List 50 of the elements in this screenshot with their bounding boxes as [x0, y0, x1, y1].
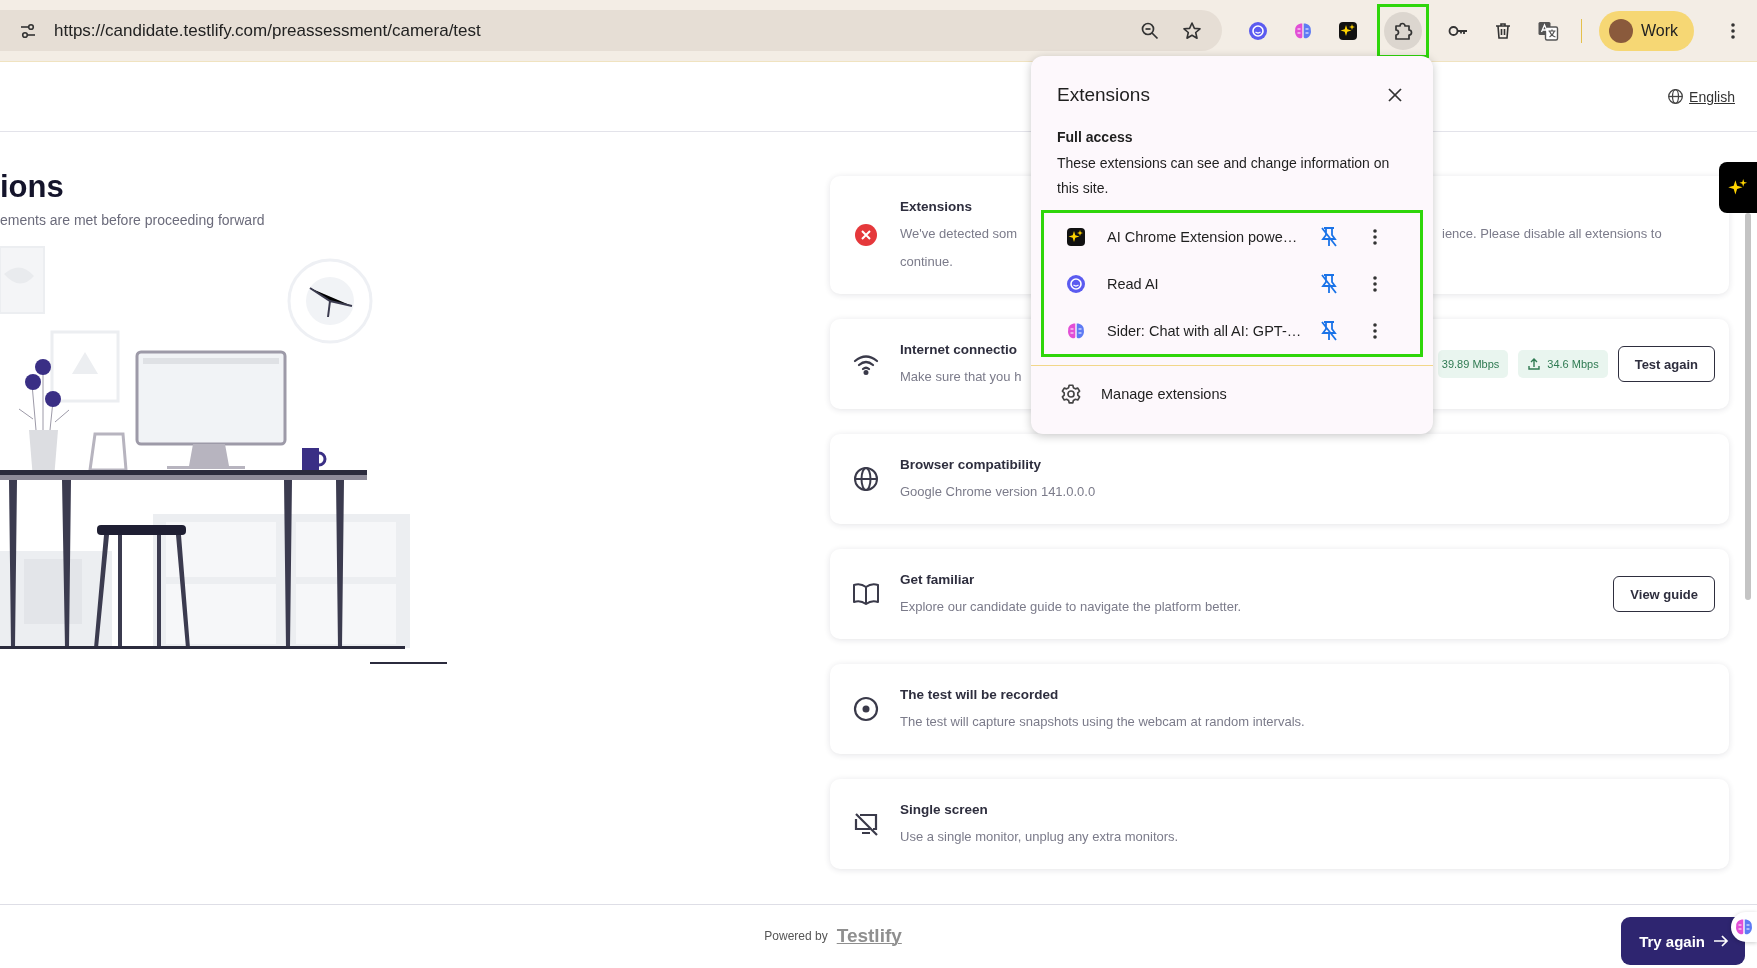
section-title: Full access [1056, 128, 1134, 147]
card-title: Single screen [900, 801, 989, 819]
speed-value: 34.6 Mbps [1547, 358, 1599, 370]
book-icon [852, 582, 880, 606]
speed-value: 39.89 Mbps [1441, 358, 1500, 370]
avatar-icon [1608, 18, 1633, 43]
card-title: Internet connectio [900, 341, 1018, 359]
record-icon [852, 696, 880, 722]
description-text: Make sure that you h [900, 368, 1023, 386]
card-title: Get familiar [900, 571, 976, 589]
description-text: ience. Please disable all extensions to [1442, 225, 1662, 243]
page-title: ions [0, 168, 65, 206]
monitor-off-icon [852, 811, 880, 837]
globe-icon [852, 466, 880, 492]
description-text: continue. [900, 253, 954, 271]
arrow-icon [1713, 934, 1729, 948]
extension-name[interactable]: Sider: Chat with all AI: GPT-… [1107, 322, 1303, 339]
popup-title: Extensions [1057, 83, 1150, 107]
upload-icon [1527, 357, 1542, 371]
sparkle-icon [1064, 226, 1088, 247]
address-bar[interactable]: https://candidate.testlify.com/preassessment/camera/test [0, 10, 1222, 51]
wifi-icon [852, 353, 880, 375]
card-title: The test will be recorded [900, 686, 1060, 704]
settings-icon [1060, 383, 1082, 405]
language-link[interactable]: English [1689, 88, 1735, 105]
extension-name[interactable]: Read AI [1107, 275, 1303, 292]
error-icon [852, 223, 880, 247]
description-text: We've detected som [900, 225, 1018, 243]
puzzle-icon[interactable] [1383, 11, 1422, 50]
page-subtitle: ements are met before proceeding forward [0, 212, 266, 228]
action-button[interactable]: Test again [1617, 346, 1715, 382]
url-text: https://candidate.testlify.com/preassessment/camera/test [54, 20, 482, 41]
description-text: Explore our candidate guide to navigate the platform better. [900, 598, 1243, 616]
powered-by-text: Powered by [764, 929, 828, 943]
profile-button[interactable]: Work [1598, 10, 1694, 51]
manage-extensions-link[interactable]: Manage extensions [1101, 386, 1227, 402]
description-text: Use a single monitor, unplug any extra monitors. [900, 828, 1180, 846]
globe-icon [1667, 88, 1685, 105]
action-button[interactable]: View guide [1613, 576, 1715, 612]
try-again-button[interactable]: Try again [1621, 917, 1745, 965]
card-title: Browser compatibility [900, 456, 1043, 474]
card-title: Extensions [900, 198, 974, 216]
brain-icon[interactable] [1731, 912, 1757, 942]
description-text: Google Chrome version 141.0.0.0 [900, 483, 1097, 501]
description-text: The test will capture snapshots using the webcam at random intervals. [900, 713, 1306, 731]
scrollbar-thumb[interactable] [1745, 213, 1751, 600]
ring-icon [1064, 273, 1088, 294]
section-text: These extensions can see and change information on this site. [1056, 154, 1391, 198]
extension-name[interactable]: AI Chrome Extension powe… [1107, 228, 1303, 245]
sparkle-icon[interactable] [1719, 162, 1757, 213]
